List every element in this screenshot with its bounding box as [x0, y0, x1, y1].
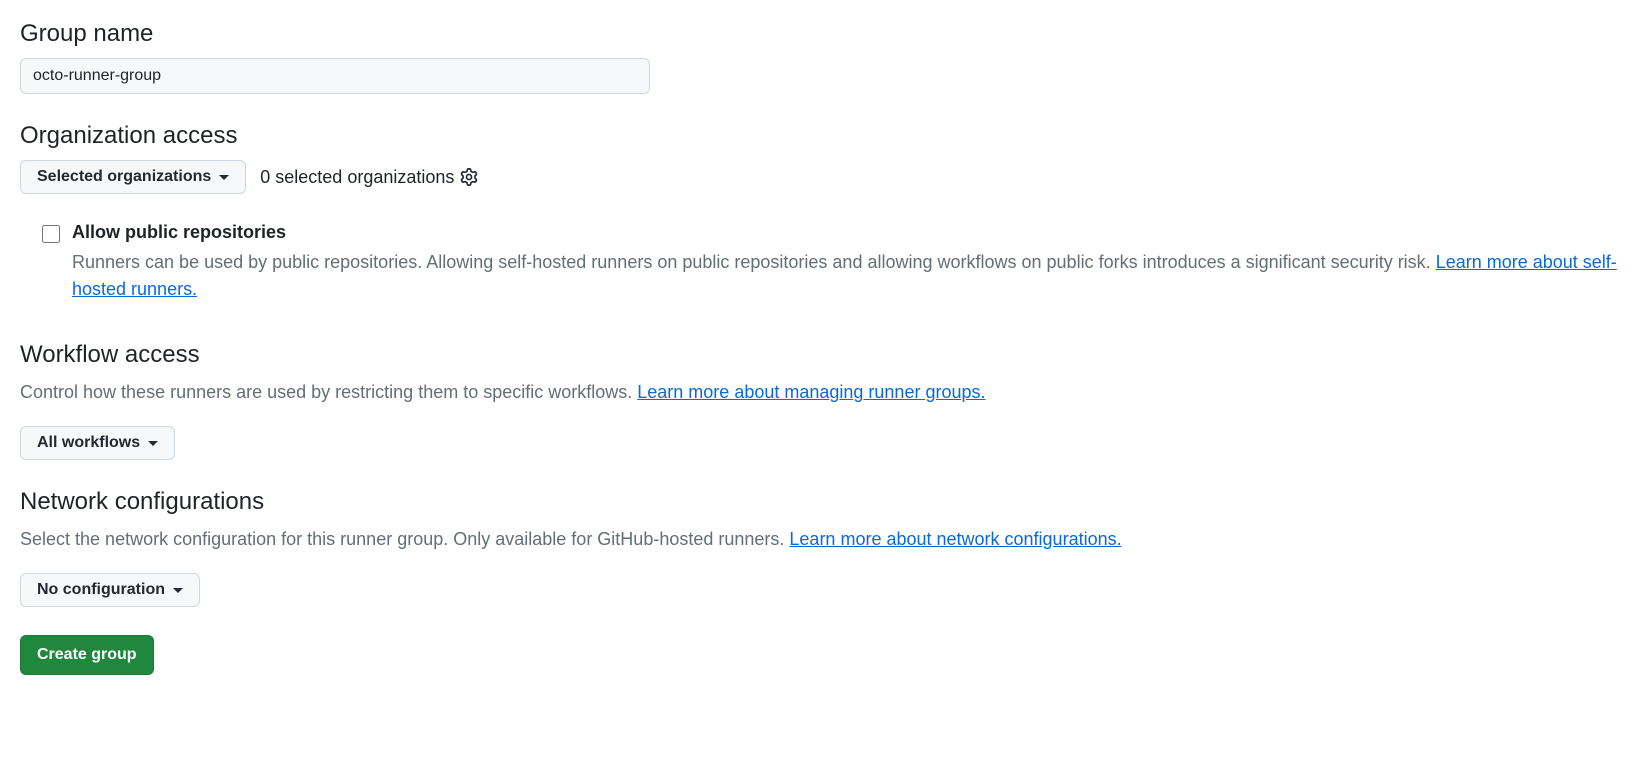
allow-public-repos-content: Allow public repositories Runners can be…: [72, 222, 1624, 313]
workflow-access-description-text: Control how these runners are used by re…: [20, 382, 637, 402]
chevron-down-icon: [219, 175, 229, 180]
allow-public-repos-description-text: Runners can be used by public repositori…: [72, 252, 1436, 272]
organization-access-dropdown-label: Selected organizations: [37, 168, 211, 186]
workflow-access-description: Control how these runners are used by re…: [20, 379, 1624, 406]
network-config-description-text: Select the network configuration for thi…: [20, 529, 789, 549]
group-name-heading: Group name: [20, 20, 1624, 48]
group-name-section: Group name: [20, 20, 1624, 94]
workflow-access-heading: Workflow access: [20, 341, 1624, 369]
gear-icon[interactable]: [460, 168, 478, 186]
group-name-input[interactable]: [20, 58, 650, 94]
organization-access-section: Organization access Selected organizatio…: [20, 122, 1624, 313]
network-config-section: Network configurations Select the networ…: [20, 488, 1624, 607]
network-config-heading: Network configurations: [20, 488, 1624, 516]
chevron-down-icon: [173, 588, 183, 593]
learn-more-runner-groups-link[interactable]: Learn more about managing runner groups.: [637, 382, 985, 402]
create-group-button[interactable]: Create group: [20, 635, 154, 675]
organization-access-heading: Organization access: [20, 122, 1624, 150]
workflow-access-section: Workflow access Control how these runner…: [20, 341, 1624, 460]
chevron-down-icon: [148, 441, 158, 446]
selected-count-text: 0 selected organizations: [260, 167, 454, 188]
allow-public-repos-checkbox[interactable]: [42, 225, 60, 243]
learn-more-network-config-link[interactable]: Learn more about network configurations.: [789, 529, 1121, 549]
allow-public-repos-description: Runners can be used by public repositori…: [72, 249, 1624, 303]
workflow-access-dropdown[interactable]: All workflows: [20, 426, 175, 460]
network-config-dropdown-label: No configuration: [37, 581, 165, 599]
workflow-access-dropdown-label: All workflows: [37, 434, 140, 452]
allow-public-repos-row: Allow public repositories Runners can be…: [20, 222, 1624, 313]
organization-access-row: Selected organizations 0 selected organi…: [20, 160, 1624, 194]
network-config-description: Select the network configuration for thi…: [20, 526, 1624, 553]
selected-organizations-count: 0 selected organizations: [260, 167, 478, 188]
allow-public-repos-label: Allow public repositories: [72, 222, 1624, 243]
organization-access-dropdown[interactable]: Selected organizations: [20, 160, 246, 194]
network-config-dropdown[interactable]: No configuration: [20, 573, 200, 607]
